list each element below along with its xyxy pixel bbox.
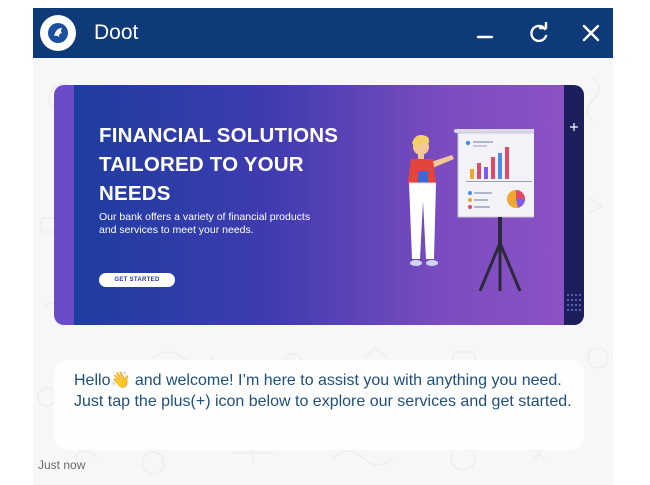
message-text-start: Hello (74, 372, 111, 389)
refresh-button[interactable] (517, 8, 561, 58)
minimize-icon (476, 35, 494, 39)
banner-left-strip (54, 85, 74, 325)
close-icon (582, 24, 600, 42)
promo-banner: FINANCIAL SOLUTIONS TAILORED TO YOUR NEE… (54, 85, 584, 325)
banner-description: Our bank offers a variety of financial p… (99, 211, 311, 236)
get-started-button[interactable]: GET STARTED (99, 273, 175, 287)
banner-right-strip (564, 85, 584, 325)
close-button[interactable] (569, 8, 613, 58)
app-title: Doot (94, 21, 139, 44)
chat-window: Doot FINANCIAL SOLUTIONS TAILORED TO YOU… (33, 8, 613, 485)
message-text-rest: and welcome! I’m here to assist you with… (74, 372, 572, 410)
welcome-message: Hello👋 and welcome! I’m here to assist y… (74, 370, 574, 412)
presenter-illustration (408, 129, 534, 292)
minimize-button[interactable] (463, 8, 507, 58)
message-timestamp: Just now (38, 458, 86, 472)
title-bar: Doot (33, 8, 613, 58)
doot-logo-icon (48, 23, 68, 43)
app-logo (40, 15, 76, 51)
refresh-icon (530, 22, 548, 43)
wave-emoji: 👋 (110, 372, 131, 389)
banner-decoration (567, 123, 581, 311)
